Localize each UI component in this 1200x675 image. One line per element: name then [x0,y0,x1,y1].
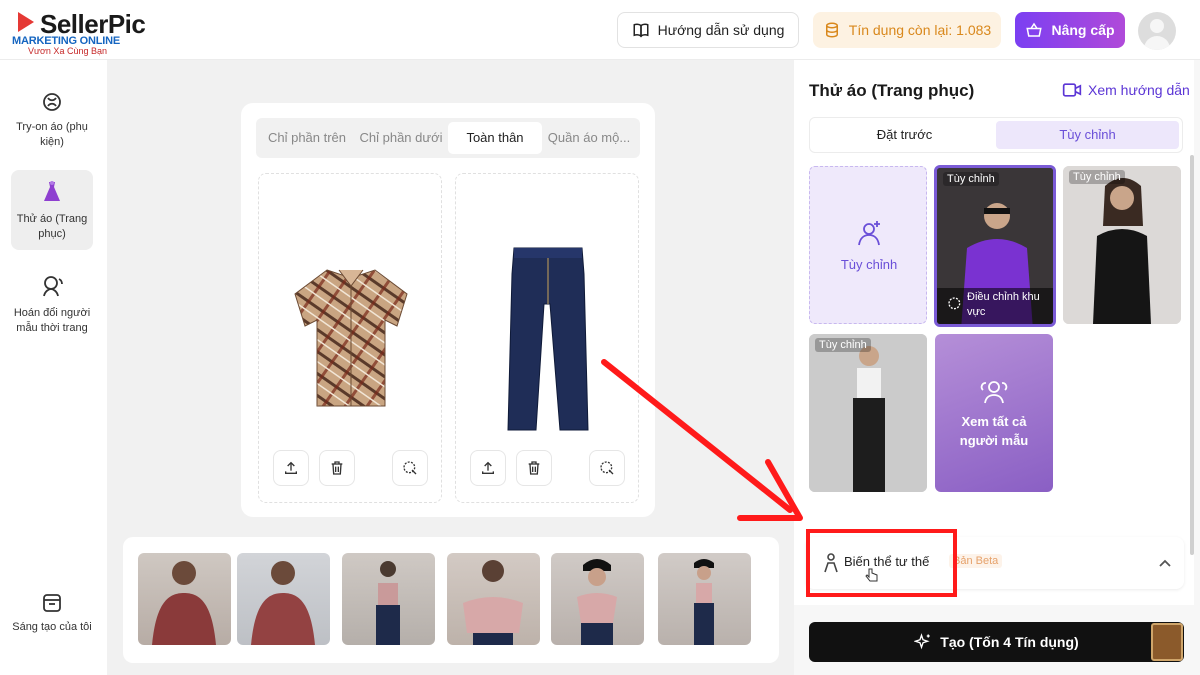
upload-icon [482,461,494,474]
annotation-highlight-box [806,529,957,597]
sidebar-item-my-creations[interactable]: Sáng tạo của tôi [11,582,93,652]
create-preview-thumbnail[interactable] [1151,623,1183,661]
accessory-icon [43,93,61,111]
model-photo [463,560,523,645]
view-all-label: Xem tất cả người mẫu [959,414,1029,448]
model-photo [694,559,714,645]
result-thumbnail[interactable] [551,553,644,645]
result-thumbnail-strip [123,537,779,663]
custom-tag: Tùy chỉnh [815,338,871,352]
create-label: Tạo (Tốn 4 Tín dụng) [940,634,1079,650]
sidebar-item-model-swap[interactable]: Hoán đổi người mẫu thời trang [11,264,93,354]
garment-slot-bottom[interactable] [455,173,639,503]
model-tile[interactable]: Tùy chỉnh [1063,166,1181,324]
upload-icon [285,461,297,474]
book-icon [633,23,649,38]
delete-button[interactable] [516,450,552,486]
model-photo [809,334,927,492]
segment-custom[interactable]: Tùy chỉnh [996,121,1179,149]
trash-icon [331,461,343,475]
left-sidebar: Try-on áo (phụ kiện) Thử áo (Trang phục)… [0,60,107,675]
upload-button[interactable] [273,450,309,486]
credit-balance-label: Tín dụng còn lại: 1.083 [848,22,992,38]
tab-bottom-only[interactable]: Chỉ phần dưới [354,122,448,154]
basket-icon [1026,22,1043,37]
view-guide-label: Xem hướng dẫn [1088,82,1190,98]
user-guide-button[interactable]: Hướng dẫn sử dụng [617,12,799,48]
video-icon [1062,83,1082,97]
garment-tabs: Chỉ phần trên Chỉ phần dưới Toàn thân Qu… [256,118,640,158]
garment-slot-top[interactable] [258,173,442,503]
lasso-icon [948,297,961,310]
app-logo[interactable]: SellerPic MARKETING ONLINE Vươn Xa Cùng … [10,8,160,56]
user-guide-label: Hướng dẫn sử dụng [657,22,785,38]
denim-jeans-image [507,247,589,431]
tab-top-only[interactable]: Chỉ phần trên [260,122,354,154]
result-thumbnail[interactable] [447,553,540,645]
custom-model-tile[interactable]: Tùy chỉnh [809,166,927,324]
add-person-icon [858,221,880,246]
lasso-icon [600,461,614,475]
model-photo [152,561,216,645]
view-guide-link[interactable]: Xem hướng dẫn [1062,81,1190,99]
sidebar-item-accessory-tryon[interactable]: Try-on áo (phụ kiện) [11,80,93,150]
upgrade-button[interactable]: Nâng cấp [1015,12,1125,48]
chevron-up-icon[interactable] [1158,557,1172,569]
pointer-cursor-icon [865,568,878,582]
select-area-button[interactable] [392,450,428,486]
model-photo [577,559,617,645]
result-thumbnail[interactable] [658,553,751,645]
editor-area: Chỉ phần trên Chỉ phần dưới Toàn thân Qu… [107,60,794,675]
watermark-slogan: Vươn Xa Cùng Bạn [28,46,107,56]
result-thumbnail[interactable] [138,553,231,645]
delete-button[interactable] [319,450,355,486]
sidebar-item-label: Hoán đổi người mẫu thời trang [13,307,91,334]
custom-tag: Tùy chỉnh [943,172,999,186]
logo-play-icon [18,12,34,32]
model-swap-icon [43,276,63,297]
sidebar-item-label: Thử áo (Trang phục) [16,213,88,240]
user-avatar[interactable] [1138,12,1176,50]
result-thumbnail[interactable] [237,553,330,645]
model-tile[interactable]: Tùy chỉnh [809,334,927,492]
my-creations-icon [43,594,61,612]
sidebar-item-label: Try-on áo (phụ kiện) [16,121,88,148]
sparkle-icon [914,633,931,650]
custom-tile-label: Tùy chỉnh [840,257,898,272]
credit-balance-button[interactable]: Tín dụng còn lại: 1.083 [813,12,1001,48]
tab-more[interactable]: Quần áo mộ... [542,122,636,154]
view-all-models-tile[interactable]: Xem tất cả người mẫu [935,334,1053,492]
upgrade-label: Nâng cấp [1051,22,1115,38]
upload-button[interactable] [470,450,506,486]
plaid-shirt-image [294,269,408,407]
custom-tag: Tùy chỉnh [1069,170,1125,184]
model-tile-selected[interactable]: Tùy chỉnh Điều chỉnh khu vực [934,165,1056,327]
trash-icon [528,461,540,475]
tab-full-body[interactable]: Toàn thân [448,122,542,154]
select-area-button[interactable] [589,450,625,486]
dress-icon [44,181,60,201]
garment-panel: Chỉ phần trên Chỉ phần dưới Toàn thân Qu… [241,103,655,517]
scrollbar[interactable] [1190,155,1194,555]
model-photo [376,561,400,645]
model-photo [1063,166,1181,324]
sidebar-item-label: Sáng tạo của tôi [12,621,92,633]
segment-preset[interactable]: Đặt trước [813,121,996,149]
model-source-toggle: Đặt trước Tùy chỉnh [809,117,1183,153]
panel-title: Thử áo (Trang phục) [809,81,975,100]
sidebar-item-outfit-tryon[interactable]: Thử áo (Trang phục) [11,170,93,250]
create-button[interactable]: Tạo (Tốn 4 Tín dụng) [809,622,1184,662]
models-group-icon [980,381,1008,404]
coins-icon [825,22,838,38]
model-photo [251,561,315,645]
top-header: SellerPic MARKETING ONLINE Vươn Xa Cùng … [0,0,1200,60]
lasso-icon [403,461,417,475]
adjust-area-label[interactable]: Điều chỉnh khu vực [967,290,1051,320]
result-thumbnail[interactable] [342,553,435,645]
